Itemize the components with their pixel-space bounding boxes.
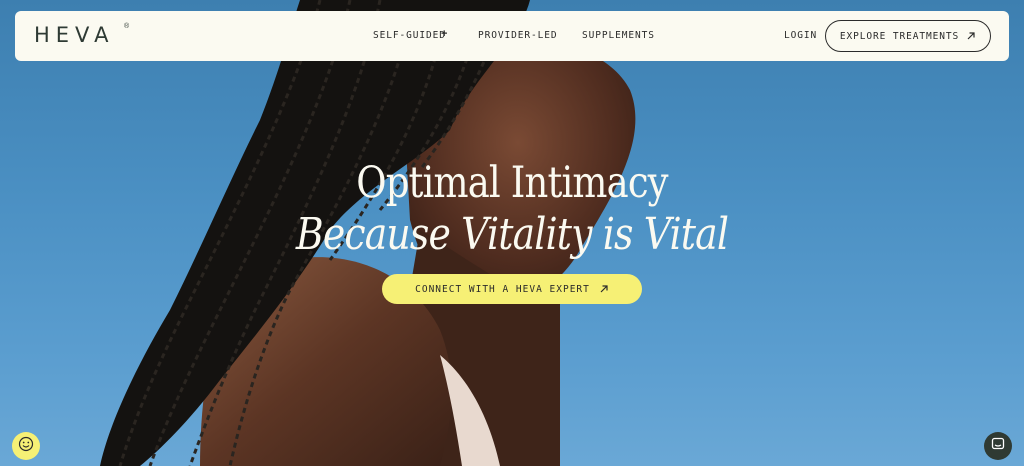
nav-provider-led[interactable]: PROVIDER-LED: [478, 30, 557, 41]
hero-title: Optimal Intimacy: [356, 158, 668, 208]
connect-expert-button[interactable]: CONNECT WITH A HEVA EXPERT: [382, 274, 642, 304]
arrow-up-right-icon: [599, 284, 609, 294]
registered-mark: ®: [124, 23, 130, 30]
chat-widget-button[interactable]: [984, 432, 1012, 460]
nav-self-guided[interactable]: SELF-GUIDED: [373, 30, 446, 41]
plus-icon[interactable]: +: [441, 28, 447, 40]
top-navbar: HEVA ® SELF-GUIDED + PROVIDER-LED SUPPLE…: [15, 11, 1009, 61]
hero-subtitle: Because Vitality is Vital: [295, 209, 729, 260]
nav-supplements[interactable]: SUPPLEMENTS: [582, 30, 655, 41]
hero-section: HEVA ® SELF-GUIDED + PROVIDER-LED SUPPLE…: [0, 0, 1024, 466]
accessibility-widget-button[interactable]: [12, 432, 40, 460]
arrow-up-right-icon: [966, 31, 976, 41]
explore-treatments-label: EXPLORE TREATMENTS: [839, 30, 960, 42]
smiley-face-icon: [18, 436, 34, 457]
explore-treatments-button[interactable]: EXPLORE TREATMENTS: [825, 20, 991, 52]
chat-bubble-icon: [991, 437, 1005, 456]
connect-expert-label: CONNECT WITH A HEVA EXPERT: [415, 283, 590, 295]
login-link[interactable]: LOGIN: [784, 30, 817, 41]
brand-logo[interactable]: HEVA: [34, 23, 114, 47]
